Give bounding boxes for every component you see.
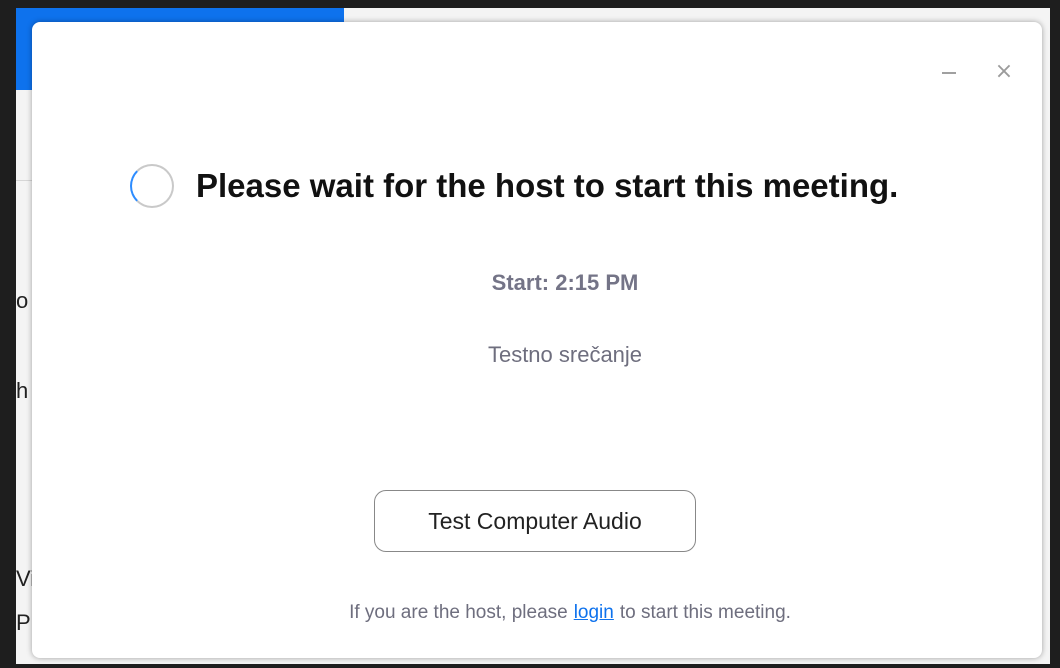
footer-prefix: If you are the host, please — [349, 602, 568, 623]
background-text-fragment: Vi — [16, 566, 32, 591]
login-link[interactable]: login — [574, 602, 614, 623]
meeting-start-time: Start: 2:15 PM — [491, 270, 639, 295]
background-text-fragment: h — [16, 378, 29, 403]
dialog-title-row: Please wait for the host to start this m… — [130, 164, 899, 208]
minimize-icon[interactable] — [936, 60, 960, 84]
loading-spinner-icon — [130, 164, 174, 208]
background-text-fragment: Pr — [16, 610, 32, 635]
test-computer-audio-button[interactable]: Test Computer Audio — [374, 490, 696, 552]
host-login-footer: If you are the host, please login to start… — [32, 602, 1060, 624]
waiting-for-host-dialog: × Please wait for the host to start this… — [32, 22, 1042, 658]
close-icon[interactable]: × — [992, 60, 1016, 84]
dialog-title: Please wait for the host to start this m… — [196, 167, 899, 204]
background-text-fragment: o — [16, 288, 29, 313]
meeting-name: Testno srečanje — [487, 342, 643, 367]
footer-suffix: to start this meeting. — [619, 602, 791, 623]
